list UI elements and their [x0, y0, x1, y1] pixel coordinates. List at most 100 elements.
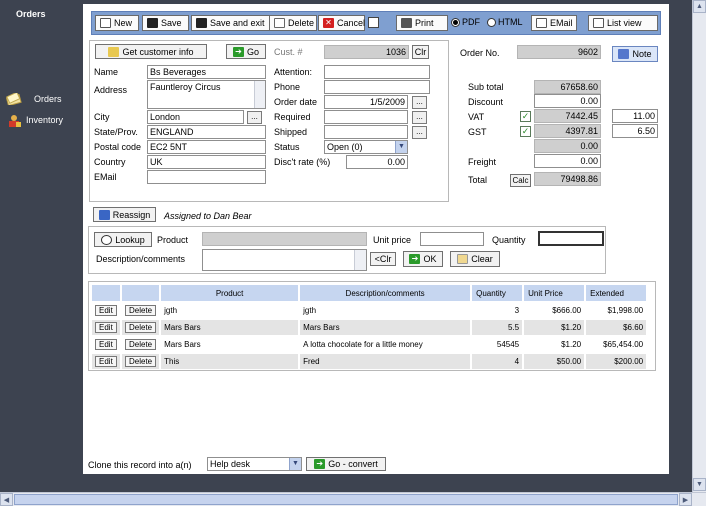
row-unit-price: $666.00	[524, 303, 585, 318]
order-date-field[interactable]: 1/5/2009	[324, 95, 408, 109]
city-field[interactable]: London	[147, 110, 244, 124]
postal-code-field[interactable]: EC2 5NT	[147, 140, 266, 154]
email-button[interactable]: EMail	[531, 15, 577, 31]
attention-field[interactable]	[324, 65, 430, 79]
edit-row-button[interactable]: Edit	[95, 356, 117, 367]
clr-line-button[interactable]: <Clr	[370, 252, 396, 266]
discount-rate-field[interactable]: 0.00	[346, 155, 408, 169]
sidebar-item-orders[interactable]: Orders	[5, 91, 62, 107]
shipped-date-picker-button[interactable]: ...	[412, 126, 427, 139]
note-button[interactable]: Note	[612, 46, 658, 62]
table-header-extended: Extended	[586, 285, 647, 301]
country-field[interactable]: UK	[147, 155, 266, 169]
table-header-quantity: Quantity	[472, 285, 523, 301]
cust-no-label: Cust. #	[274, 47, 303, 57]
delete-row-button[interactable]: Delete	[125, 322, 157, 333]
edit-row-button[interactable]: Edit	[95, 322, 117, 333]
get-customer-info-label: Get customer info	[122, 46, 194, 57]
reassign-label: Reassign	[112, 209, 151, 220]
discount-field[interactable]: 0.00	[534, 94, 601, 108]
pdf-radio[interactable]: PDF	[451, 17, 480, 27]
delete-row-button[interactable]: Delete	[125, 356, 157, 367]
phone-field[interactable]	[324, 80, 430, 94]
horizontal-scrollbar[interactable]: ◀ ▶	[0, 492, 706, 506]
delete-button[interactable]: Delete	[269, 15, 317, 31]
order-date-picker-button[interactable]: ...	[412, 96, 427, 109]
vertical-scrollbar[interactable]: ▲ ▼	[692, 0, 706, 492]
delete-row-button[interactable]: Delete	[125, 305, 157, 316]
new-button[interactable]: New	[95, 15, 139, 31]
state-label: State/Prov.	[94, 127, 138, 137]
save-button[interactable]: Save	[142, 15, 189, 31]
clone-target-select[interactable]: Help desk ▼	[207, 457, 302, 471]
email-field[interactable]	[147, 170, 266, 184]
subtotal-label: Sub total	[468, 82, 504, 92]
scroll-up-icon[interactable]: ▲	[693, 0, 706, 13]
pdf-label: PDF	[462, 17, 480, 27]
envelope-icon	[536, 18, 547, 28]
get-customer-info-button[interactable]: Get customer info	[95, 44, 207, 59]
toolbar-checkbox[interactable]	[368, 17, 379, 28]
table-header-description: Description/comments	[300, 285, 471, 301]
gst-checkbox[interactable]: ✓	[520, 126, 531, 137]
clear-button[interactable]: Clear	[450, 251, 500, 267]
list-view-button[interactable]: List view	[588, 15, 658, 31]
status-select[interactable]: Open (0) ▼	[324, 140, 408, 154]
printer-icon	[401, 18, 412, 28]
state-field[interactable]: ENGLAND	[147, 125, 266, 139]
edit-row-button[interactable]: Edit	[95, 339, 117, 350]
save-and-exit-label: Save and exit	[210, 18, 265, 28]
vat-checkbox[interactable]: ✓	[520, 111, 531, 122]
order-no-field: 9602	[517, 45, 601, 59]
clr-customer-button[interactable]: Clr	[412, 45, 429, 59]
go-convert-button[interactable]: ➔ Go - convert	[306, 457, 386, 471]
row-quantity: 3	[472, 303, 523, 318]
phone-label: Phone	[274, 82, 301, 92]
name-field[interactable]: Bs Beverages	[147, 65, 266, 79]
lookup-button[interactable]: Lookup	[94, 232, 152, 247]
shipped-label: Shipped	[274, 127, 308, 137]
ok-label: OK	[423, 254, 437, 264]
go-button[interactable]: ➔ Go	[226, 44, 266, 59]
row-extended: $6.60	[586, 320, 647, 335]
save-button-label: Save	[161, 18, 182, 28]
clear-label: Clear	[471, 254, 493, 264]
reassign-button[interactable]: Reassign	[93, 207, 156, 222]
new-button-label: New	[114, 18, 133, 28]
print-button[interactable]: Print	[396, 15, 448, 31]
ok-button[interactable]: ➔ OK	[403, 251, 443, 267]
shipped-date-field[interactable]	[324, 125, 408, 139]
folder-icon	[108, 46, 120, 57]
horizontal-scroll-thumb[interactable]	[14, 494, 678, 505]
html-radio[interactable]: HTML	[487, 17, 523, 27]
cancel-button[interactable]: ✕ Cancel	[318, 15, 365, 31]
sidebar-item-inventory[interactable]: Inventory	[6, 114, 63, 127]
required-date-picker-button[interactable]: ...	[412, 111, 427, 124]
assigned-to-text: Assigned to Dan Bear	[164, 211, 252, 221]
delete-row-button[interactable]: Delete	[125, 339, 157, 350]
sidebar: Orders Orders Inventory	[0, 0, 78, 492]
edit-row-button[interactable]: Edit	[95, 305, 117, 316]
gst-rate-field[interactable]: 6.50	[612, 124, 658, 138]
quantity-field[interactable]	[538, 231, 604, 246]
address-scrollbar[interactable]	[254, 81, 265, 108]
city-lookup-button[interactable]: ...	[247, 111, 262, 124]
scroll-left-icon[interactable]: ◀	[0, 493, 13, 506]
table-header-row: Product Description/comments Quantity Un…	[92, 285, 647, 301]
delete-button-label: Delete	[288, 18, 315, 28]
scroll-right-icon[interactable]: ▶	[679, 493, 692, 506]
row-product: jgth	[161, 303, 299, 318]
table-row: Edit Delete Mars Bars Mars Bars 5.5 $1.2…	[92, 320, 647, 335]
description-scrollbar[interactable]	[354, 250, 366, 270]
unit-price-field[interactable]	[420, 232, 484, 246]
row-product: This	[161, 354, 299, 369]
address-field[interactable]: Fauntleroy Circus	[147, 80, 266, 109]
description-field[interactable]	[202, 249, 367, 271]
freight-field[interactable]: 0.00	[534, 154, 601, 168]
scroll-down-icon[interactable]: ▼	[693, 478, 706, 491]
calc-button[interactable]: Calc	[510, 174, 531, 187]
order-no-label: Order No.	[460, 48, 500, 58]
vat-rate-field[interactable]: 11.00	[612, 109, 658, 123]
unit-price-label: Unit price	[373, 235, 412, 245]
required-date-field[interactable]	[324, 110, 408, 124]
